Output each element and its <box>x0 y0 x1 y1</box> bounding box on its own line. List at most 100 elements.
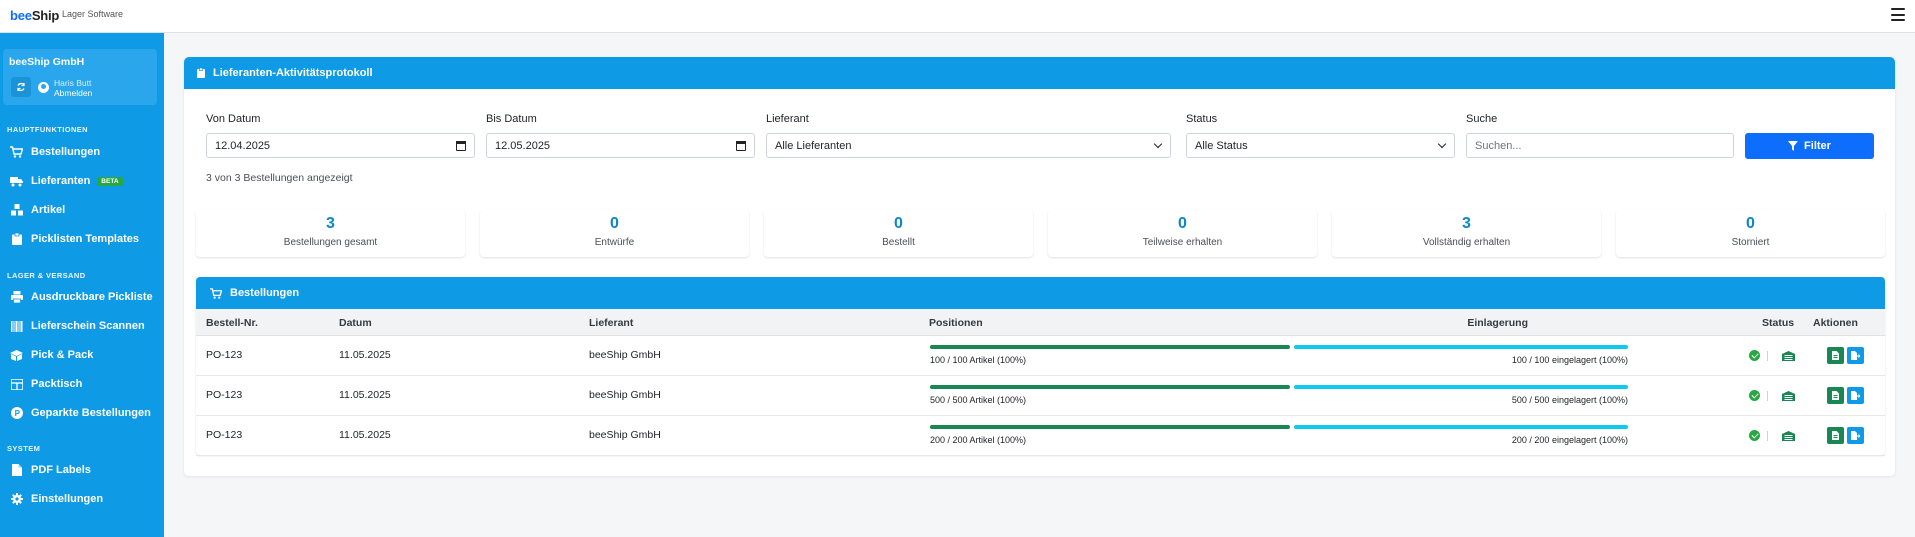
positions-text: 500 / 500 Artikel (100%) <box>930 395 1027 405</box>
divider <box>1767 431 1768 441</box>
cart-icon <box>10 146 23 158</box>
from-date-input[interactable]: 12.04.2025 <box>206 133 475 158</box>
to-date-input[interactable]: 12.05.2025 <box>486 133 755 158</box>
stat-label: Teilweise erhalten <box>1142 237 1223 248</box>
hamburger-icon[interactable] <box>1891 8 1905 21</box>
filter-icon <box>1788 141 1799 151</box>
brand-subtitle: Lager Software <box>62 9 124 19</box>
sidebar-item-lieferanten[interactable]: Lieferanten BETA <box>10 171 123 191</box>
document-button[interactable] <box>1827 427 1844 444</box>
stat-value: 0 <box>894 215 903 232</box>
cell-supplier: beeShip GmbH <box>589 389 661 401</box>
warehouse-icon <box>1782 391 1795 401</box>
table-header: Bestell-Nr. Datum Lieferant Positionen E… <box>196 309 1885 336</box>
divider <box>1767 351 1768 361</box>
cell-order-no[interactable]: PO-123 <box>206 389 242 401</box>
col-order-no[interactable]: Bestell-Nr. <box>206 317 258 329</box>
storage-text: 500 / 500 eingelagert (100%) <box>1511 395 1628 405</box>
search-input[interactable]: Suchen... <box>1466 133 1734 158</box>
sidebar-item-packtisch[interactable]: Packtisch <box>10 374 82 394</box>
file-export-icon <box>1851 431 1860 440</box>
export-button[interactable] <box>1847 387 1864 404</box>
sidebar-item-label: Pick & Pack <box>31 349 94 361</box>
logout-link[interactable]: Abmelden <box>54 88 92 98</box>
sidebar-item-label: Artikel <box>31 204 66 216</box>
storage-text: 200 / 200 eingelagert (100%) <box>1511 435 1628 445</box>
sync-button[interactable] <box>11 77 31 97</box>
chevron-down-icon <box>1437 139 1447 149</box>
cell-order-no[interactable]: PO-123 <box>206 429 242 441</box>
col-date[interactable]: Datum <box>339 317 372 329</box>
cell-supplier: beeShip GmbH <box>589 349 661 361</box>
filter-button[interactable]: Filter <box>1745 133 1874 159</box>
search-label: Suche <box>1466 113 1498 125</box>
cell-date: 11.05.2025 <box>339 429 391 441</box>
stat-card-complete: 3 Vollständig erhalten <box>1332 210 1601 257</box>
sidebar-item-picklisten-templates[interactable]: Picklisten Templates <box>10 229 139 249</box>
table-icon <box>10 378 23 390</box>
barcode-icon <box>10 320 23 332</box>
from-date-value: 12.04.2025 <box>215 139 271 152</box>
section-warehouse: LAGER & VERSAND <box>7 271 86 280</box>
sidebar-item-label: Lieferschein Scannen <box>31 320 145 332</box>
card-header: Lieferanten-Aktivitätsprotokoll <box>184 57 1895 89</box>
warehouse-icon <box>1782 351 1795 361</box>
col-positions[interactable]: Positionen <box>929 317 983 329</box>
sidebar-item-lieferschein-scannen[interactable]: Lieferschein Scannen <box>10 316 145 336</box>
parking-icon: P <box>10 407 23 419</box>
sidebar-item-artikel[interactable]: Artikel <box>10 200 65 220</box>
document-button[interactable] <box>1827 387 1844 404</box>
stat-value: 0 <box>1178 215 1187 232</box>
stat-card-ordered: 0 Bestellt <box>764 210 1033 257</box>
sidebar-item-geparkte-bestellungen[interactable]: P Geparkte Bestellungen <box>10 403 151 423</box>
chevron-down-icon <box>1153 139 1163 149</box>
col-status[interactable]: Status <box>1762 317 1794 329</box>
top-bar: beeShip Lager Software <box>0 0 1915 33</box>
sidebar-item-label: Lieferanten <box>31 175 91 187</box>
svg-text:P: P <box>14 409 20 418</box>
sidebar-item-einstellungen[interactable]: Einstellungen <box>10 489 103 509</box>
supplier-select[interactable]: Alle Lieferanten <box>766 133 1171 158</box>
file-export-icon <box>1851 391 1860 400</box>
company-box: beeShip GmbH Haris Butt Abmelden <box>3 49 157 105</box>
card-title: Lieferanten-Aktivitätsprotokoll <box>213 67 373 79</box>
stat-card-partial: 0 Teilweise erhalten <box>1048 210 1317 257</box>
sidebar-item-label: Picklisten Templates <box>31 233 140 245</box>
stat-card-drafts: 0 Entwürfe <box>480 210 749 257</box>
sync-icon <box>17 82 25 92</box>
stat-value: 0 <box>1746 215 1755 232</box>
warehouse-icon <box>1782 431 1795 441</box>
sidebar-item-label: Bestellungen <box>31 146 101 158</box>
cell-date: 11.05.2025 <box>339 349 391 361</box>
clipboard-icon <box>197 68 205 78</box>
sidebar-item-label: Ausdruckbare Pickliste <box>31 291 153 303</box>
col-storage[interactable]: Einlagerung <box>1228 317 1528 329</box>
brand-logo[interactable]: beeShip <box>10 8 59 23</box>
stat-label: Bestellungen gesamt <box>283 237 378 248</box>
document-button[interactable] <box>1827 347 1844 364</box>
table-row[interactable]: PO-123 11.05.2025 beeShip GmbH 200 / 200… <box>196 416 1885 456</box>
orders-card: Bestellungen Bestell-Nr. Datum Lieferant… <box>196 277 1885 456</box>
cart-icon <box>210 287 222 299</box>
file-icon <box>1832 351 1839 360</box>
cell-order-no[interactable]: PO-123 <box>206 349 242 361</box>
orders-title: Bestellungen <box>230 287 300 299</box>
export-button[interactable] <box>1847 347 1864 364</box>
sidebar-item-pdf-labels[interactable]: PDF Labels <box>10 460 91 480</box>
table-row[interactable]: PO-123 11.05.2025 beeShip GmbH 100 / 100… <box>196 336 1885 376</box>
brand-name: beeShip <box>10 8 60 23</box>
cell-date: 11.05.2025 <box>339 389 391 401</box>
sidebar-item-ausdruckbare-pickliste[interactable]: Ausdruckbare Pickliste <box>10 287 153 307</box>
check-circle-icon <box>1749 350 1760 361</box>
section-main: HAUPTFUNKTIONEN <box>7 125 88 134</box>
sidebar-item-pick-pack[interactable]: Pick & Pack <box>10 345 93 365</box>
sidebar-item-label: PDF Labels <box>31 464 91 476</box>
calendar-icon[interactable] <box>736 141 746 151</box>
table-row[interactable]: PO-123 11.05.2025 beeShip GmbH 500 / 500… <box>196 376 1885 416</box>
col-supplier[interactable]: Lieferant <box>589 317 633 329</box>
sidebar: beeShip GmbH Haris Butt Abmelden HAUPTFU… <box>0 33 164 537</box>
export-button[interactable] <box>1847 427 1864 444</box>
calendar-icon[interactable] <box>456 141 466 151</box>
status-select[interactable]: Alle Status <box>1186 133 1455 158</box>
sidebar-item-bestellungen[interactable]: Bestellungen <box>10 142 100 162</box>
